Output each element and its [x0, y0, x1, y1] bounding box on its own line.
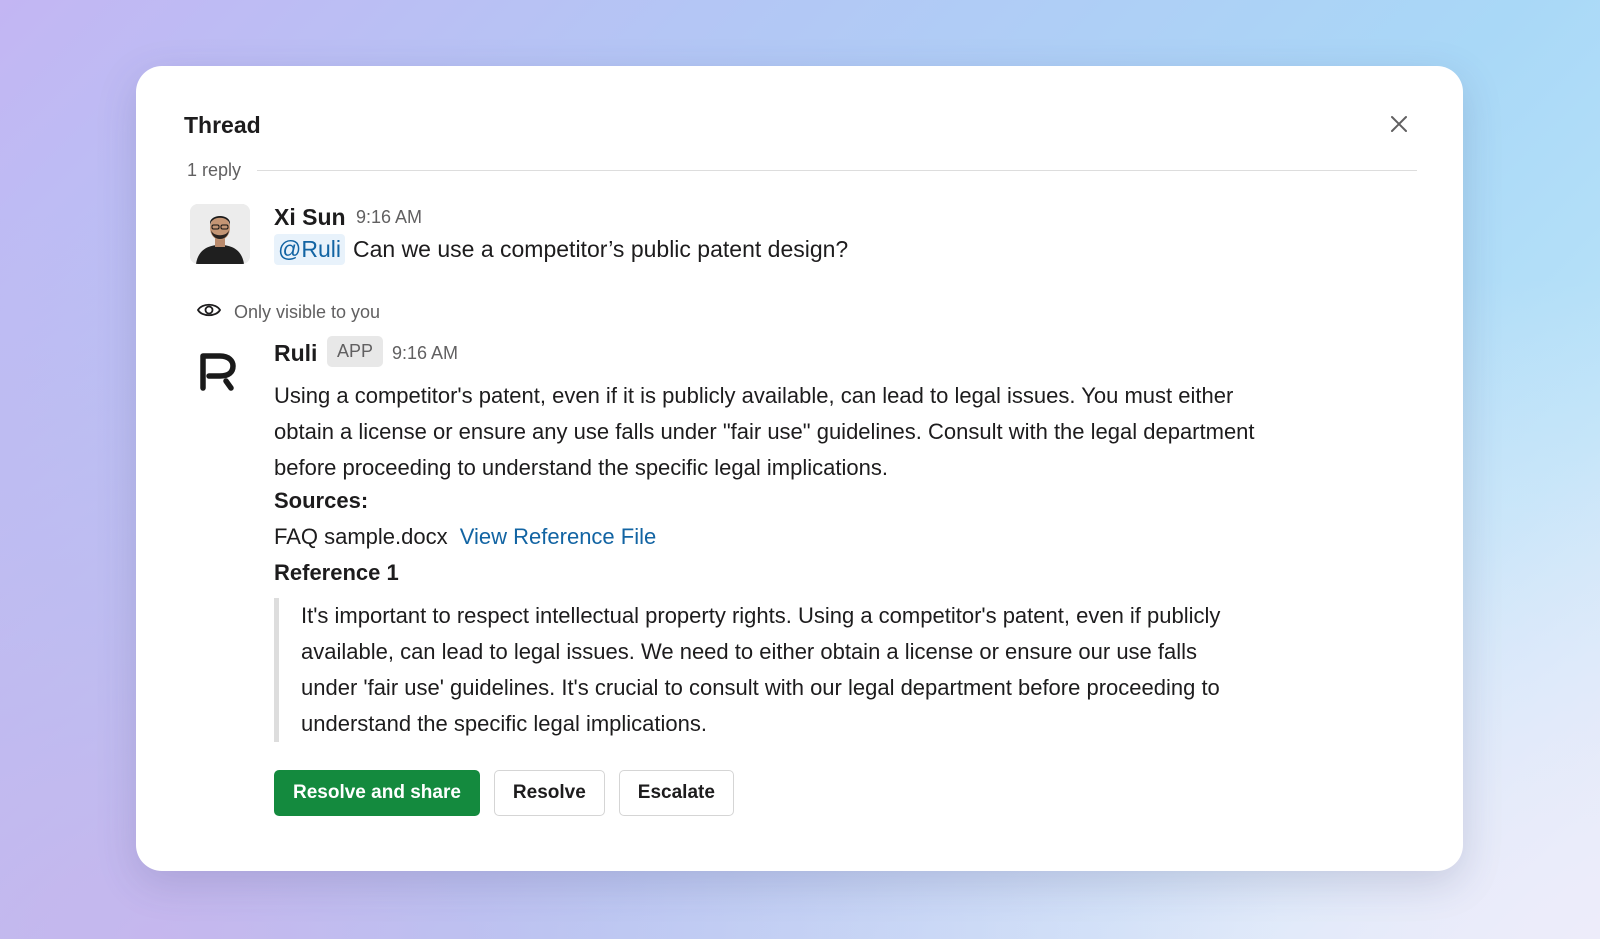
view-reference-link[interactable]: View Reference File	[460, 524, 656, 549]
message-time[interactable]: 9:16 AM	[356, 207, 422, 228]
thread-dialog: Thread 1 reply Xi Sun 9:16 AM @Ruli Can …	[136, 66, 1463, 871]
answer-text: Using a competitor's patent, even if it …	[274, 383, 1255, 480]
message-body: @Ruli Can we use a competitor’s public p…	[274, 234, 848, 265]
avatar[interactable]	[190, 204, 250, 264]
reply-count-row: 1 reply	[187, 160, 1417, 181]
visibility-text: Only visible to you	[234, 302, 381, 322]
ruli-logo-icon[interactable]	[198, 344, 240, 392]
source-file-name: FAQ sample.docx	[274, 524, 448, 549]
visibility-note: Only visible to you	[196, 300, 380, 325]
reference-label: Reference 1	[274, 560, 399, 585]
app-badge: APP	[327, 336, 384, 367]
close-icon[interactable]	[1387, 112, 1411, 136]
reference-quote: It's important to respect intellectual p…	[274, 598, 1254, 742]
source-line: FAQ sample.docx View Reference File	[274, 524, 656, 550]
reply-count: 1 reply	[187, 160, 242, 180]
thread-title: Thread	[184, 112, 261, 138]
app-sender-name[interactable]: Ruli	[274, 340, 317, 367]
sources-label: Sources:	[274, 488, 369, 513]
resolve-button[interactable]: Resolve	[493, 770, 605, 816]
eye-icon	[196, 300, 222, 325]
resolve-and-share-button[interactable]: Resolve and share	[274, 770, 480, 816]
divider	[257, 170, 1417, 171]
app-message-time[interactable]: 9:16 AM	[392, 343, 458, 364]
sender-name[interactable]: Xi Sun	[274, 204, 346, 231]
escalate-button[interactable]: Escalate	[618, 770, 734, 816]
mention-link[interactable]: @Ruli	[274, 234, 345, 265]
action-buttons: Resolve and share Resolve Escalate	[274, 770, 734, 816]
message-text: Can we use a competitor’s public patent …	[352, 236, 849, 262]
